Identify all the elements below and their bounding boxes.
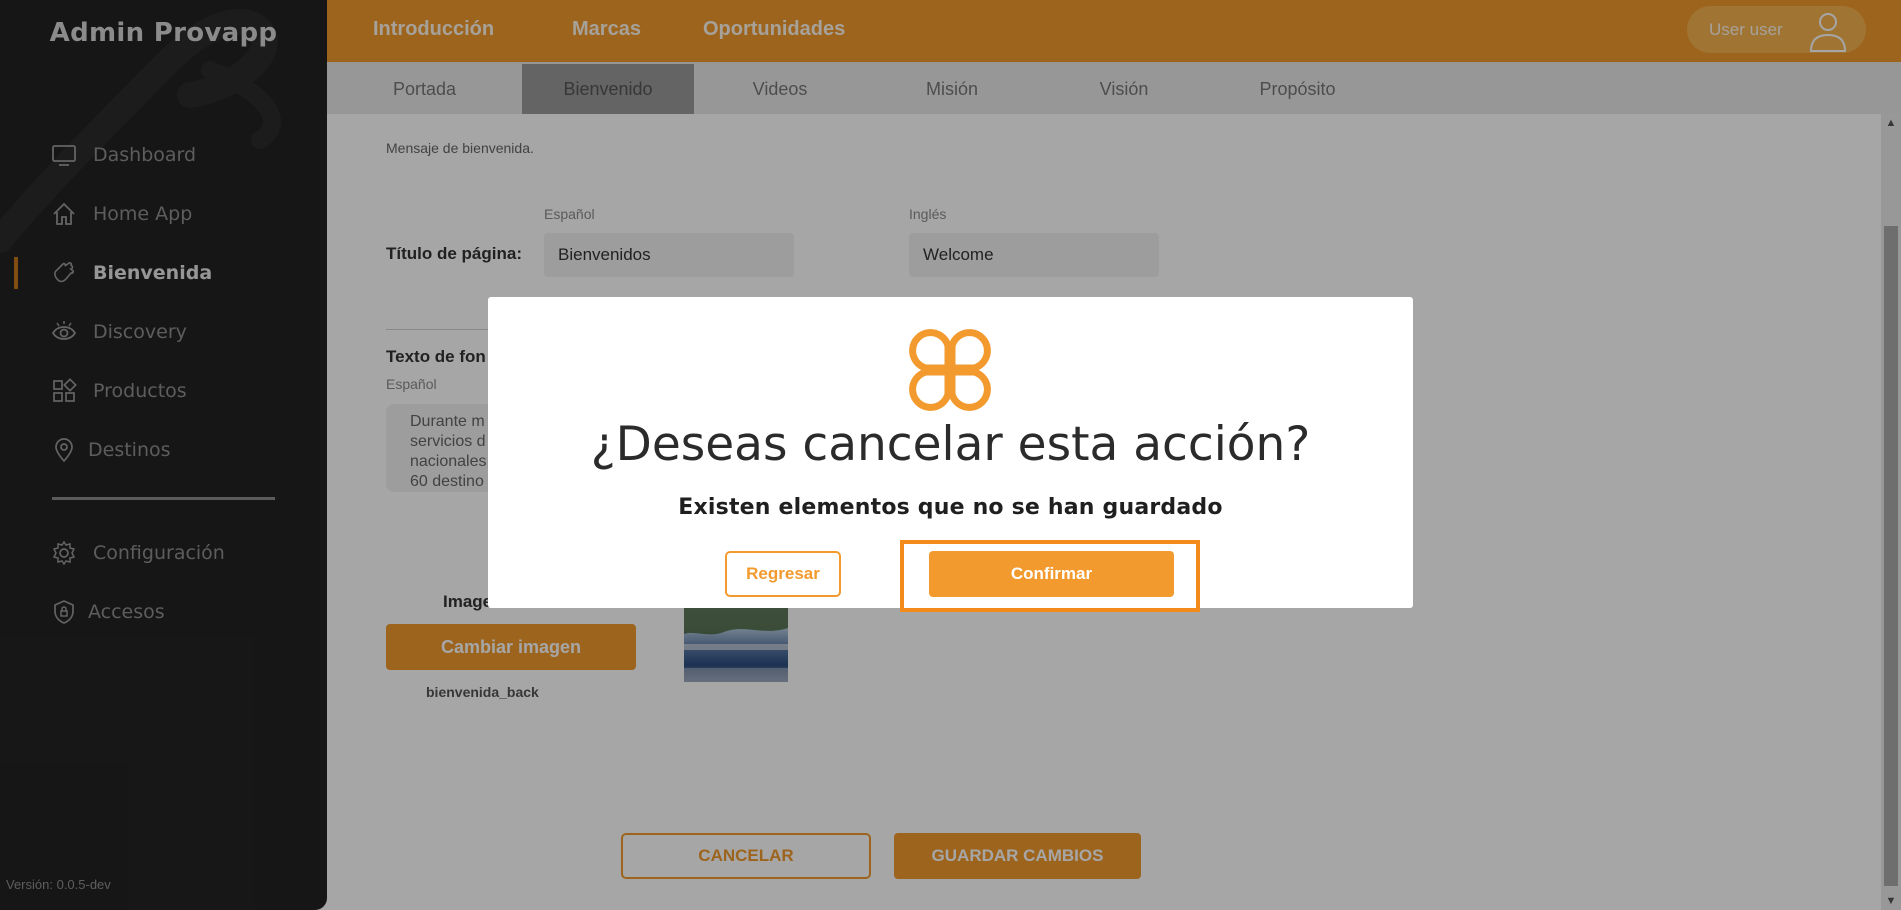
confirm-button[interactable]: Confirmar — [929, 551, 1174, 597]
confirm-cancel-dialog: ¿Deseas cancelar esta acción? Existen el… — [488, 297, 1413, 612]
brand-clover-logo-icon — [909, 329, 991, 411]
dialog-title: ¿Deseas cancelar esta acción? — [590, 417, 1311, 472]
back-button[interactable]: Regresar — [725, 551, 841, 597]
dialog-subtitle: Existen elementos que no se han guardado — [678, 495, 1223, 520]
